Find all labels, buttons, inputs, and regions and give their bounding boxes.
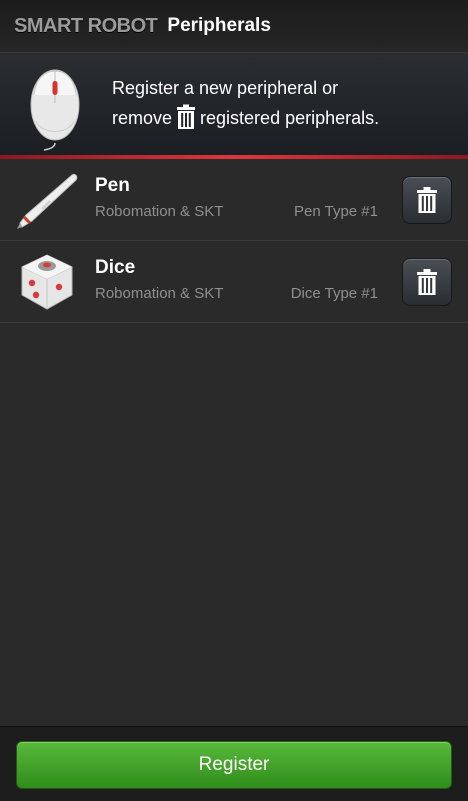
info-banner: Register a new peripheral or remove regi… — [0, 53, 468, 155]
peripheral-list: Pen Robomation & SKT Pen Type #1 Dice Ro… — [0, 159, 468, 323]
register-button[interactable]: Register — [16, 741, 452, 789]
banner-remove-text: remove — [112, 108, 173, 128]
banner-line-1: Register a new peripheral or — [112, 78, 339, 98]
banner-registered-text: registered peripherals. — [200, 108, 380, 128]
trash-icon — [177, 104, 196, 129]
list-item[interactable]: Dice Robomation & SKT Dice Type #1 — [0, 241, 468, 323]
peripheral-maker: Robomation & SKT — [95, 285, 224, 302]
peripheral-name: Dice — [95, 257, 136, 278]
peripheral-maker: Robomation & SKT — [95, 203, 224, 220]
peripheral-type: Dice Type #1 — [290, 285, 378, 302]
list-item[interactable]: Pen Robomation & SKT Pen Type #1 — [0, 159, 468, 241]
banner-text: Register a new peripheral or remove regi… — [112, 73, 452, 133]
dice-icon — [21, 254, 73, 310]
brand-logo: SMART ROBOT — [14, 14, 158, 37]
trash-icon — [417, 269, 437, 295]
peripheral-name: Pen — [95, 175, 130, 196]
footer-bar: Register — [0, 726, 468, 801]
trash-icon — [417, 187, 437, 213]
peripheral-type: Pen Type #1 — [294, 203, 378, 220]
page-title: Peripherals — [167, 15, 271, 36]
delete-button[interactable] — [402, 258, 452, 306]
mouse-icon — [30, 69, 80, 151]
pen-icon — [17, 174, 78, 229]
app-header: SMART ROBOT Peripherals — [0, 0, 468, 53]
banner-line-2: remove registered peripherals. — [112, 103, 452, 133]
delete-button[interactable] — [402, 176, 452, 224]
